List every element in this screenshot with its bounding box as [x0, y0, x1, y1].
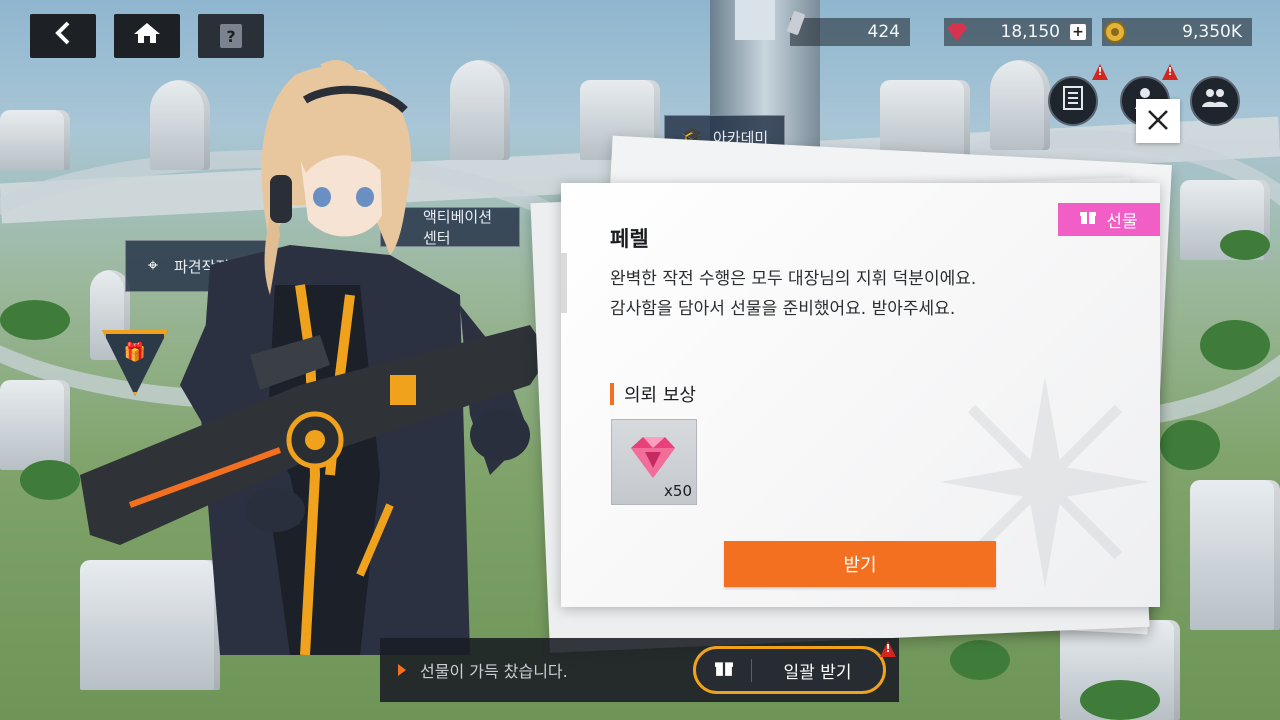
- reward-title-label: 의뢰 보상: [624, 385, 696, 406]
- gift-tag: 선물: [1058, 203, 1160, 236]
- reward-item[interactable]: x50: [611, 419, 697, 505]
- dialog-message: 완벽한 작전 수행은 모두 대장님의 지휘 덕분이에요. 감사함을 담아서 선물…: [610, 264, 976, 324]
- gift-icon: [1080, 209, 1097, 230]
- back-arrow-icon: [54, 21, 72, 51]
- back-button[interactable]: [30, 14, 96, 58]
- home-icon: [133, 21, 161, 51]
- speaker-name: 페렐: [610, 227, 649, 251]
- receive-all-button[interactable]: 일괄 받기: [693, 646, 886, 694]
- currency-gem[interactable]: 18,150 +: [944, 18, 1092, 46]
- red-gem-icon: [944, 19, 970, 45]
- friends-button[interactable]: [1190, 76, 1240, 126]
- character-portrait: [80, 60, 550, 656]
- group-icon: [1201, 87, 1229, 115]
- help-icon: ?: [220, 24, 242, 48]
- message-line: 완벽한 작전 수행은 모두 대장님의 지휘 덕분이에요.: [610, 269, 977, 289]
- add-gem-button[interactable]: +: [1070, 24, 1086, 40]
- currency-stamina[interactable]: 424: [787, 11, 910, 46]
- receive-all-label: 일괄 받기: [783, 662, 852, 683]
- home-button[interactable]: [114, 14, 180, 58]
- help-button[interactable]: ?: [198, 14, 264, 58]
- gold-coin-icon: [1102, 19, 1128, 45]
- section-bar: [610, 383, 614, 405]
- close-icon: [1147, 104, 1169, 139]
- close-button[interactable]: [1136, 99, 1180, 143]
- gift-status-text: 선물이 가득 찼습니다.: [420, 662, 568, 681]
- gift-icon: [696, 658, 752, 682]
- scrollbar[interactable]: [561, 253, 567, 313]
- reward-quantity: x50: [664, 482, 692, 500]
- document-icon: [1062, 85, 1084, 117]
- reward-section-title: 의뢰 보상: [610, 381, 696, 407]
- ticket-icon: [784, 10, 810, 36]
- gift-tag-label: 선물: [1106, 212, 1138, 232]
- gift-dialog: 선물 페렐 완벽한 작전 수행은 모두 대장님의 지휘 덕분이에요. 감사함을 …: [561, 183, 1160, 607]
- gold-value: 9,350K: [1182, 22, 1242, 42]
- message-line: 감사함을 담아서 선물을 준비했어요. 받아주세요.: [610, 299, 956, 319]
- play-arrow-icon: [398, 664, 406, 676]
- gem-value: 18,150: [1000, 22, 1060, 42]
- receive-button[interactable]: 받기: [724, 541, 996, 587]
- quest-log-button[interactable]: [1048, 76, 1098, 126]
- currency-gold[interactable]: 9,350K: [1102, 18, 1252, 46]
- pink-gem-icon: [631, 437, 675, 478]
